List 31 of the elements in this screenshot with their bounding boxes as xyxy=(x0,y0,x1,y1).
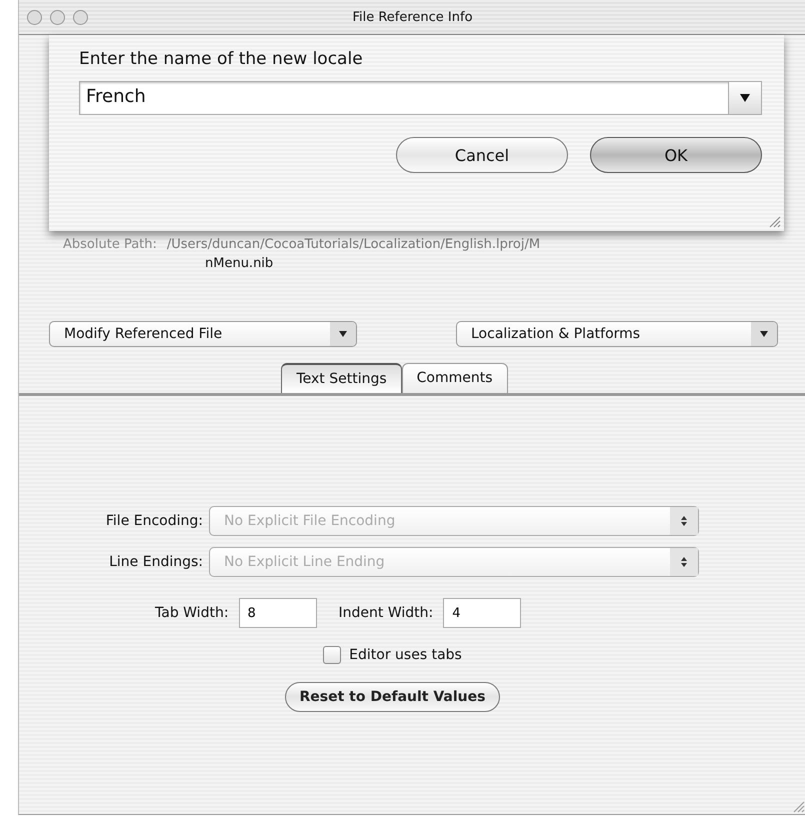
path-text: /Users/duncan/CocoaTutorials/Localization/English.lproj/M xyxy=(166,237,540,252)
reset-button[interactable]: Reset to Default Values xyxy=(284,682,500,712)
checkbox[interactable] xyxy=(323,646,342,664)
tab[interactable]: Text Settings xyxy=(281,363,402,393)
text-field[interactable]: 4 xyxy=(443,598,522,628)
text-field[interactable]: 8 xyxy=(238,598,317,628)
dialog-button[interactable]: OK xyxy=(590,137,762,173)
dialog-button[interactable]: Cancel xyxy=(396,137,568,173)
field-label: Tab Width: xyxy=(155,605,229,621)
window-control-button[interactable] xyxy=(27,10,42,24)
popup-button[interactable]: Modify Referenced File xyxy=(49,321,357,347)
field-label: Line Endings: xyxy=(108,554,204,570)
field-label: File Encoding: xyxy=(104,513,204,529)
up-down-arrows-icon xyxy=(681,557,687,567)
window-title: File Reference Info xyxy=(352,10,473,24)
triangle-icon xyxy=(760,331,768,337)
prompt-text: Enter the name of the new locale xyxy=(79,49,364,69)
path-text: nMenu.nib xyxy=(204,256,274,271)
checkbox-label: Editor uses tabs xyxy=(349,647,462,663)
triangle-icon xyxy=(339,331,347,337)
window-control-button[interactable] xyxy=(50,10,65,24)
up-down-arrows-icon xyxy=(681,516,687,526)
triangle-icon xyxy=(740,94,750,102)
popup-button[interactable]: Localization & Platforms xyxy=(456,321,778,347)
field-label: Absolute Path: xyxy=(63,237,157,252)
resize-grip-icon xyxy=(769,216,781,228)
tab[interactable]: Comments xyxy=(402,363,508,393)
field-label: Indent Width: xyxy=(338,605,434,621)
window-control-button[interactable] xyxy=(73,10,88,24)
dropdown-button[interactable] xyxy=(728,82,761,114)
combo-box[interactable]: French xyxy=(79,81,762,115)
